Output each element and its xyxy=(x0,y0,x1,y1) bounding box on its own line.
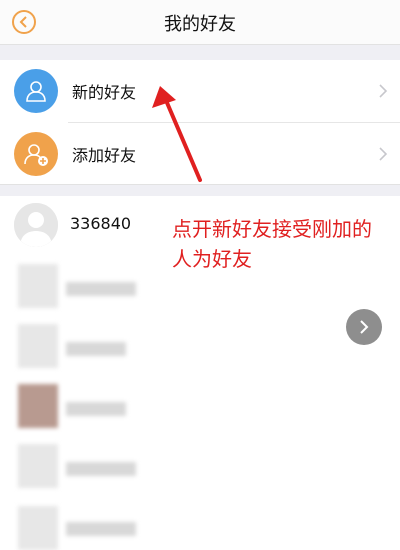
friend-row-blurred[interactable] xyxy=(0,496,400,550)
avatar xyxy=(18,264,58,308)
new-friends-label: 新的好友 xyxy=(72,83,137,102)
chevron-right-icon xyxy=(360,320,369,334)
add-friend-row[interactable]: 添加好友 xyxy=(0,123,400,185)
chevron-right-icon xyxy=(379,147,388,161)
add-person-icon xyxy=(14,132,58,176)
avatar xyxy=(18,444,58,488)
avatar xyxy=(18,384,58,428)
new-friends-row[interactable]: 新的好友 xyxy=(0,60,400,122)
person-icon xyxy=(14,69,58,113)
section-gap xyxy=(0,44,400,60)
avatar xyxy=(14,203,58,247)
friend-name: 336840 xyxy=(70,214,132,233)
friend-name-blurred xyxy=(66,462,136,476)
friend-name-blurred xyxy=(66,402,126,416)
chevron-right-icon xyxy=(379,84,388,98)
friend-row-blurred[interactable] xyxy=(0,316,400,376)
annotation-text: 点开新好友接受刚加的人为好友 xyxy=(172,217,372,271)
default-avatar-icon xyxy=(14,203,58,247)
friend-row-blurred[interactable] xyxy=(0,436,400,496)
avatar xyxy=(18,324,58,368)
friend-name-blurred xyxy=(66,282,136,296)
add-friend-label: 添加好友 xyxy=(72,146,137,165)
friend-name-blurred xyxy=(66,522,136,536)
avatar xyxy=(18,506,58,550)
header-bar: 我的好友 xyxy=(0,0,400,44)
floating-next-button[interactable] xyxy=(346,309,382,345)
friend-name-blurred xyxy=(66,342,126,356)
page-title: 我的好友 xyxy=(164,14,236,35)
friend-row-blurred[interactable] xyxy=(0,376,400,436)
section-gap xyxy=(0,184,400,196)
